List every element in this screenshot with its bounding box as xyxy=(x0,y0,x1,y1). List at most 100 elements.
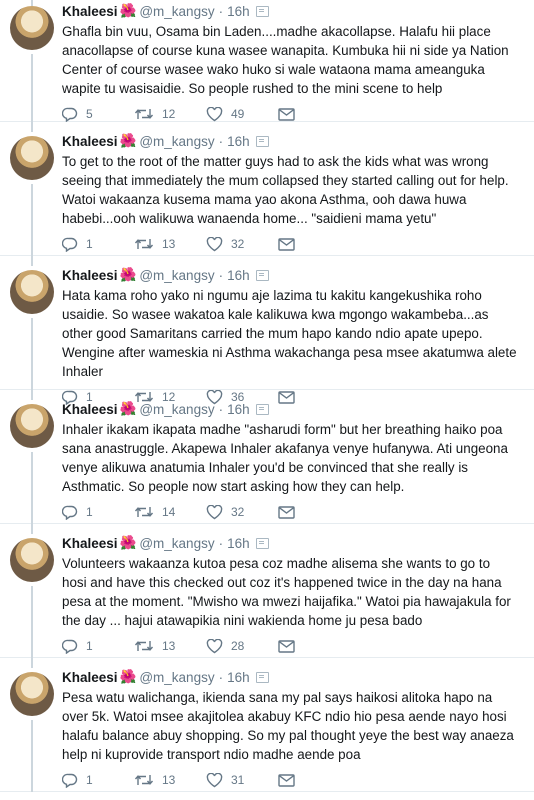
envelope-icon xyxy=(278,505,295,519)
user-handle[interactable]: @m_kangsy xyxy=(139,4,214,19)
direct-message-button[interactable] xyxy=(278,107,303,121)
retweet-icon xyxy=(134,239,154,249)
tweet[interactable]: Khaleesi 🌺 @m_kangsy · 16h Inhaler ikaka… xyxy=(0,390,534,524)
reply-icon xyxy=(62,773,78,788)
tweet-header: Khaleesi 🌺 @m_kangsy · 16h xyxy=(62,668,524,686)
display-name[interactable]: Khaleesi xyxy=(62,134,118,149)
retweet-button[interactable]: 14 xyxy=(134,505,206,519)
timestamp[interactable]: 16h xyxy=(227,268,250,283)
separator-dot: · xyxy=(218,401,224,417)
display-name[interactable]: Khaleesi xyxy=(62,536,118,551)
reply-button[interactable]: 1 xyxy=(62,639,134,654)
retweet-count: 14 xyxy=(162,505,176,519)
reply-count: 1 xyxy=(86,773,93,787)
source-icon xyxy=(255,5,269,17)
thread-connector-line xyxy=(31,720,33,792)
heart-icon xyxy=(206,504,223,519)
direct-message-button[interactable] xyxy=(278,773,303,787)
thread-connector-line xyxy=(31,390,33,400)
user-handle[interactable]: @m_kangsy xyxy=(139,536,214,551)
tweet[interactable]: Khaleesi 🌺 @m_kangsy · 16h Hata kama roh… xyxy=(0,256,534,405)
thread-connector-line xyxy=(31,586,33,658)
tweet-text: Hata kama roho yako ni ngumu aje lazima … xyxy=(62,288,517,379)
source-icon xyxy=(255,537,269,549)
avatar[interactable] xyxy=(10,538,54,582)
separator-dot: · xyxy=(218,669,224,685)
user-handle[interactable]: @m_kangsy xyxy=(139,402,214,417)
thread-connector-line xyxy=(31,318,33,390)
tweet-actions: 5 12 49 xyxy=(62,104,524,124)
avatar[interactable] xyxy=(10,6,54,50)
envelope-icon xyxy=(278,107,295,121)
separator-dot: · xyxy=(218,535,224,551)
heart-icon xyxy=(206,106,223,121)
reply-button[interactable]: 1 xyxy=(62,773,134,788)
source-icon xyxy=(255,135,269,147)
retweet-button[interactable]: 13 xyxy=(134,639,206,653)
thread-connector-line xyxy=(31,256,33,266)
source-icon xyxy=(255,403,269,415)
tweet-header: Khaleesi 🌺 @m_kangsy · 16h xyxy=(62,266,524,284)
timestamp[interactable]: 16h xyxy=(227,4,250,19)
reply-icon xyxy=(62,237,78,252)
avatar[interactable] xyxy=(10,404,54,448)
reply-button[interactable]: 5 xyxy=(62,107,134,122)
user-handle[interactable]: @m_kangsy xyxy=(139,268,214,283)
flower-emoji: 🌺 xyxy=(119,401,137,416)
reply-icon xyxy=(62,107,78,122)
like-button[interactable]: 28 xyxy=(206,638,278,654)
thread-connector-line xyxy=(31,122,33,132)
avatar[interactable] xyxy=(10,672,54,716)
timestamp[interactable]: 16h xyxy=(227,536,250,551)
envelope-icon xyxy=(278,639,295,653)
retweet-icon xyxy=(134,775,154,785)
tweet-actions: 1 14 32 xyxy=(62,502,524,522)
tweet[interactable]: Khaleesi 🌺 @m_kangsy · 16h To get to the… xyxy=(0,122,534,256)
reply-count: 1 xyxy=(86,639,93,653)
thread-connector-line xyxy=(31,54,33,122)
tweet[interactable]: Khaleesi 🌺 @m_kangsy · 16h Pesa watu wal… xyxy=(0,658,534,792)
avatar[interactable] xyxy=(10,270,54,314)
avatar[interactable] xyxy=(10,136,54,180)
thread-connector-line xyxy=(31,184,33,256)
thread-connector-line xyxy=(31,658,33,668)
reply-button[interactable]: 1 xyxy=(62,237,134,252)
display-name[interactable]: Khaleesi xyxy=(62,402,118,417)
display-name[interactable]: Khaleesi xyxy=(62,670,118,685)
like-button[interactable]: 32 xyxy=(206,504,278,520)
direct-message-button[interactable] xyxy=(278,237,303,251)
heart-icon xyxy=(206,772,223,787)
tweet-text: To get to the root of the matter guys ha… xyxy=(62,154,509,226)
separator-dot: · xyxy=(218,267,224,283)
retweet-button[interactable]: 12 xyxy=(134,107,206,121)
tweet[interactable]: Khaleesi 🌺 @m_kangsy · 16h Volunteers wa… xyxy=(0,524,534,658)
retweet-count: 13 xyxy=(162,773,176,787)
timestamp[interactable]: 16h xyxy=(227,402,250,417)
tweet-thread: Khaleesi 🌺 @m_kangsy · 16h Ghafla bin vu… xyxy=(0,0,534,792)
user-handle[interactable]: @m_kangsy xyxy=(139,670,214,685)
user-handle[interactable]: @m_kangsy xyxy=(139,134,214,149)
like-button[interactable]: 31 xyxy=(206,772,278,788)
retweet-button[interactable]: 13 xyxy=(134,773,206,787)
like-button[interactable]: 49 xyxy=(206,106,278,122)
display-name[interactable]: Khaleesi xyxy=(62,4,118,19)
thread-connector-line xyxy=(31,452,33,524)
like-count: 31 xyxy=(231,773,245,787)
source-icon xyxy=(255,671,269,683)
like-button[interactable]: 32 xyxy=(206,236,278,252)
tweet[interactable]: Khaleesi 🌺 @m_kangsy · 16h Ghafla bin vu… xyxy=(0,0,534,122)
timestamp[interactable]: 16h xyxy=(227,134,250,149)
direct-message-button[interactable] xyxy=(278,639,303,653)
retweet-count: 12 xyxy=(162,107,176,121)
timestamp[interactable]: 16h xyxy=(227,670,250,685)
retweet-count: 13 xyxy=(162,639,176,653)
reply-count: 1 xyxy=(86,237,93,251)
reply-icon xyxy=(62,639,78,654)
source-icon xyxy=(255,269,269,281)
display-name[interactable]: Khaleesi xyxy=(62,268,118,283)
reply-icon xyxy=(62,505,78,520)
reply-button[interactable]: 1 xyxy=(62,505,134,520)
direct-message-button[interactable] xyxy=(278,505,303,519)
retweet-button[interactable]: 13 xyxy=(134,237,206,251)
retweet-count: 13 xyxy=(162,237,176,251)
